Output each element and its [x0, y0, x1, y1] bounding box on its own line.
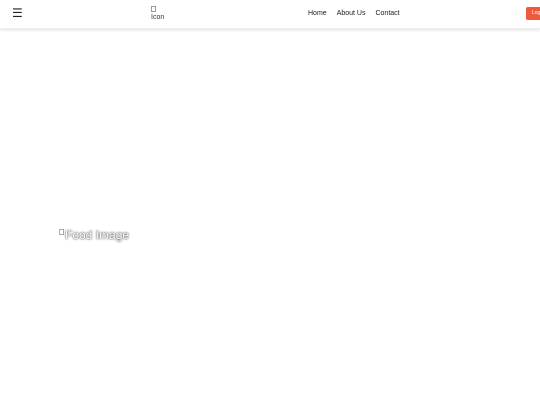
broken-image-icon: [59, 229, 64, 235]
nav-link-about-us[interactable]: About Us: [337, 9, 366, 19]
main-nav: Home About Us Contact: [308, 9, 400, 19]
page: ☰ Icon Home About Us Contact Log Food Im…: [0, 0, 540, 405]
logo-alt-text: Icon: [151, 14, 165, 21]
login-button[interactable]: Log: [526, 7, 540, 20]
nav-link-home[interactable]: Home: [308, 9, 327, 19]
hamburger-menu-icon[interactable]: ☰: [12, 6, 23, 20]
nav-link-contact[interactable]: Contact: [375, 9, 399, 19]
navbar: ☰ Icon Home About Us Contact Log: [0, 0, 540, 29]
broken-image-icon: [151, 6, 156, 12]
food-image-alt-text: Food Image: [65, 228, 130, 242]
food-image: Food Image: [59, 228, 129, 242]
logo-image[interactable]: Icon: [151, 6, 173, 24]
